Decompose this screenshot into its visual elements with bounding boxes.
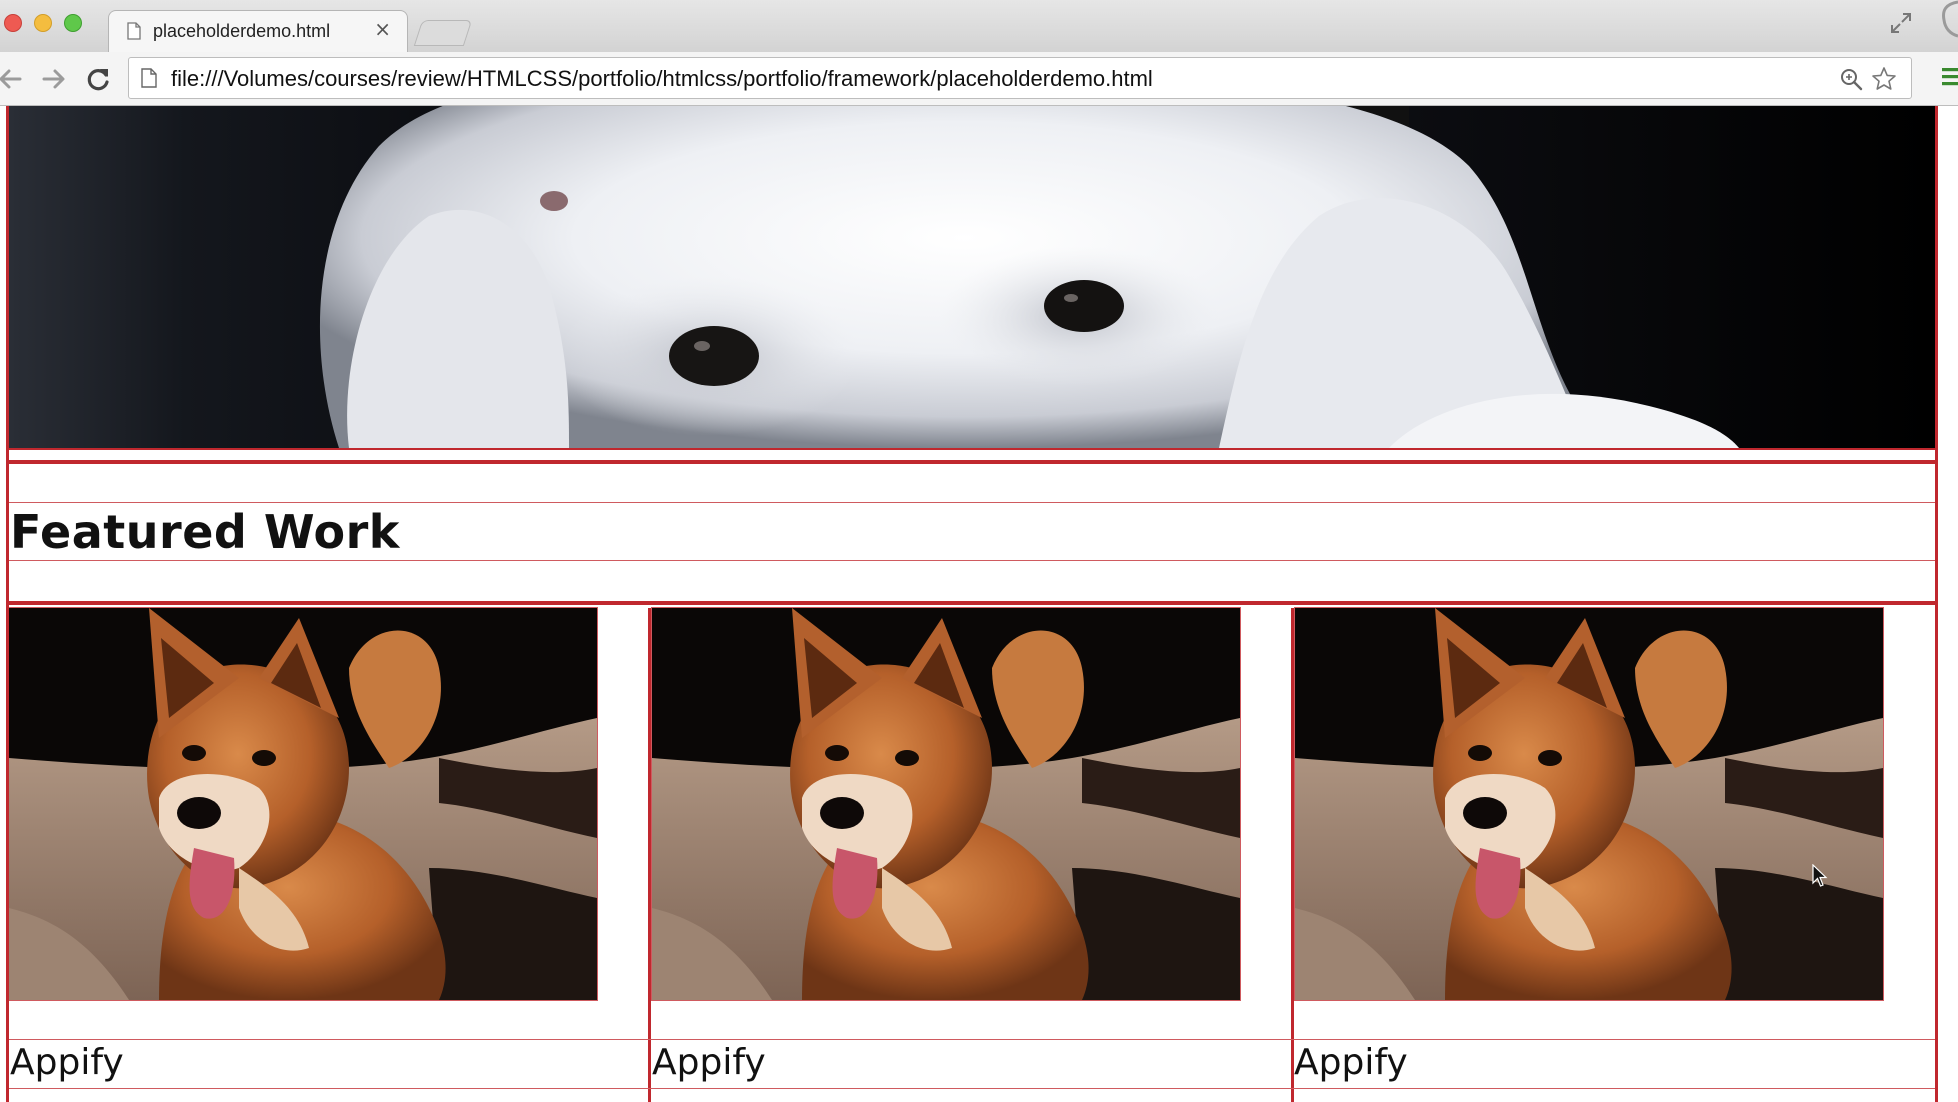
reload-icon[interactable] <box>84 65 112 93</box>
fullscreen-icon[interactable] <box>1888 10 1914 36</box>
star-icon[interactable] <box>1871 66 1897 92</box>
back-icon[interactable] <box>0 65 24 93</box>
minimize-window-button[interactable] <box>34 14 52 32</box>
zoom-icon[interactable] <box>1839 67 1863 91</box>
browser-toolbar: file:///Volumes/courses/review/HTMLCSS/p… <box>0 52 1958 106</box>
tab-close-icon[interactable]: × <box>374 19 391 39</box>
close-window-button[interactable] <box>4 14 22 32</box>
new-tab-button[interactable] <box>413 20 473 46</box>
page-frame <box>6 106 1938 1102</box>
zoom-window-button[interactable] <box>64 14 82 32</box>
url-text[interactable]: file:///Volumes/courses/review/HTMLCSS/p… <box>171 66 1153 92</box>
profile-icon[interactable] <box>1932 0 1958 48</box>
tab-strip: placeholderdemo.html × <box>0 0 1958 52</box>
page-viewport: Featured Work Appify Appify Appify <box>0 106 1958 1102</box>
document-icon <box>127 22 141 40</box>
menu-icon[interactable] <box>1940 66 1958 88</box>
page-icon <box>141 68 157 88</box>
address-bar[interactable]: file:///Volumes/courses/review/HTMLCSS/p… <box>128 57 1912 99</box>
tab-active[interactable]: placeholderdemo.html × <box>108 10 408 52</box>
forward-icon[interactable] <box>40 65 68 93</box>
tab-title: placeholderdemo.html <box>153 21 331 41</box>
